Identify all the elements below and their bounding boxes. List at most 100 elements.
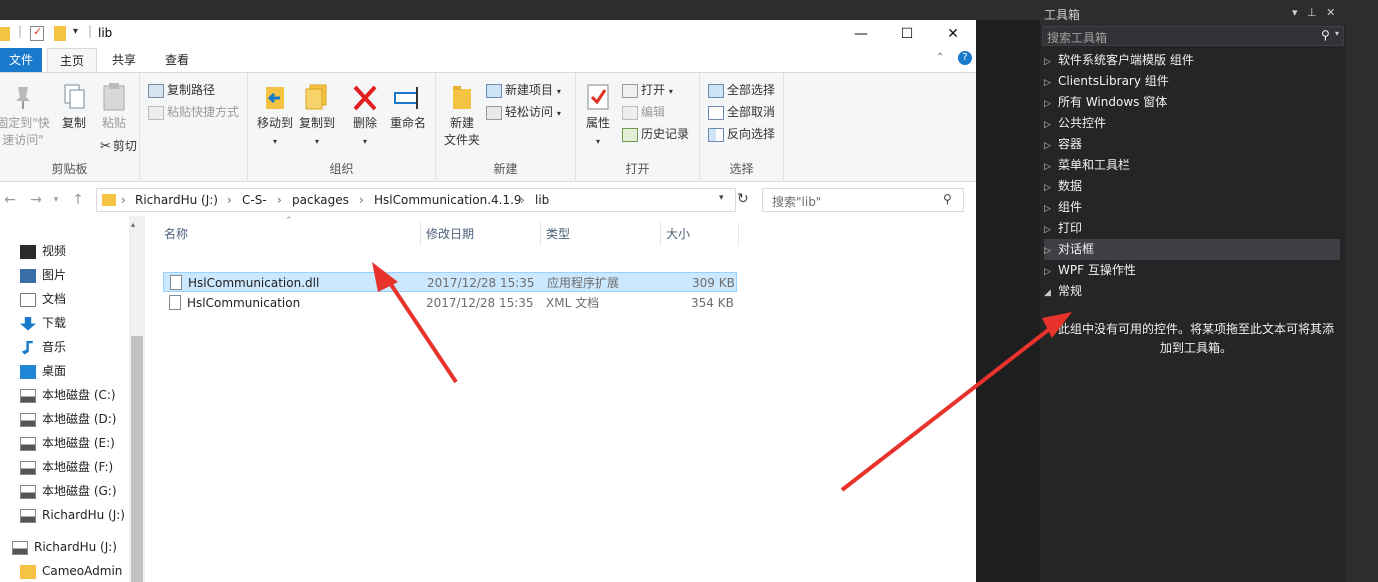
collapsed-triangle-icon[interactable]: ▷ bbox=[1044, 136, 1058, 157]
nav-item[interactable]: 文档 bbox=[20, 288, 66, 310]
nav-item-label: 文档 bbox=[42, 292, 67, 306]
column-name[interactable]: 名称 bbox=[159, 222, 421, 246]
tab-home[interactable]: 主页 bbox=[47, 48, 97, 72]
column-size[interactable]: 大小 bbox=[661, 222, 739, 246]
collapse-ribbon-icon[interactable]: ⌃ bbox=[936, 52, 944, 63]
nav-scrollbar-thumb[interactable] bbox=[131, 336, 143, 582]
collapsed-triangle-icon[interactable]: ▷ bbox=[1044, 178, 1058, 199]
back-arrow-icon[interactable]: ← bbox=[0, 190, 20, 210]
nav-item[interactable]: 图片 bbox=[20, 264, 66, 286]
cut-label: 剪切 bbox=[112, 139, 137, 153]
collapsed-triangle-icon[interactable]: ▷ bbox=[1044, 115, 1058, 136]
search-options-icon[interactable]: ▾ bbox=[1335, 29, 1339, 38]
file-name: HslCommunication.dll bbox=[188, 276, 320, 290]
nav-item[interactable]: RichardHu (J:) bbox=[12, 536, 117, 558]
select-all-button[interactable]: 全部选择 bbox=[708, 80, 775, 100]
nav-item[interactable]: RichardHu (J:) bbox=[20, 504, 125, 526]
collapsed-triangle-icon[interactable]: ▷ bbox=[1044, 52, 1058, 73]
toolbox-group[interactable]: ▷ 容器 bbox=[1044, 134, 1340, 155]
toolbox-group[interactable]: ▷ 组件 bbox=[1044, 197, 1340, 218]
nav-item[interactable]: 音乐 bbox=[20, 336, 66, 358]
delete-button[interactable]: 删除 ▾ bbox=[348, 81, 382, 150]
nav-item[interactable]: 本地磁盘 (C:) bbox=[20, 384, 116, 406]
maximize-button[interactable]: ☐ bbox=[884, 20, 930, 48]
search-icon[interactable]: ⚲ bbox=[943, 192, 952, 206]
collapsed-triangle-icon[interactable]: ▷ bbox=[1044, 241, 1058, 262]
nav-item[interactable]: 本地磁盘 (F:) bbox=[20, 456, 113, 478]
refresh-icon[interactable]: ↻ bbox=[737, 191, 749, 207]
nav-item[interactable]: 本地磁盘 (D:) bbox=[20, 408, 116, 430]
tab-file[interactable]: 文件 bbox=[0, 48, 42, 72]
collapsed-triangle-icon[interactable]: ▷ bbox=[1044, 199, 1058, 220]
toolbox-group[interactable]: ▷ 公共控件 bbox=[1044, 113, 1340, 134]
open-button[interactable]: 打开 ▾ bbox=[622, 80, 673, 100]
up-arrow-icon[interactable]: ↑ bbox=[68, 190, 88, 210]
file-row[interactable]: HslCommunication.dll 2017/12/28 15:35 应用程序… bbox=[163, 272, 737, 292]
toolbox-group[interactable]: ▷ 对话框 bbox=[1044, 239, 1340, 260]
invert-selection-icon bbox=[708, 127, 724, 142]
crumb-drive[interactable]: RichardHu (J:) bbox=[135, 193, 218, 207]
search-icon[interactable]: ⚲ bbox=[1321, 28, 1330, 42]
nav-item[interactable]: 本地磁盘 (E:) bbox=[20, 432, 115, 454]
collapsed-triangle-icon[interactable]: ▷ bbox=[1044, 220, 1058, 241]
collapsed-triangle-icon[interactable]: ▷ bbox=[1044, 157, 1058, 178]
new-folder-qat-icon[interactable] bbox=[54, 26, 66, 41]
nav-item[interactable]: 桌面 bbox=[20, 360, 66, 382]
help-icon[interactable]: ? bbox=[958, 51, 972, 65]
easy-access-button[interactable]: 轻松访问 ▾ bbox=[486, 102, 561, 122]
select-none-button[interactable]: 全部取消 bbox=[708, 102, 775, 122]
new-item-button[interactable]: 新建项目 ▾ bbox=[486, 80, 561, 100]
rename-button[interactable]: 重命名 bbox=[386, 81, 430, 132]
scroll-up-icon[interactable]: ▴ bbox=[131, 220, 135, 229]
invert-selection-button[interactable]: 反向选择 bbox=[708, 124, 775, 144]
toolbox-group[interactable]: ▷ 数据 bbox=[1044, 176, 1340, 197]
copy-button[interactable]: 复制 bbox=[56, 81, 92, 132]
nav-item[interactable]: 下载 bbox=[20, 312, 66, 334]
paste-button[interactable]: 粘贴 bbox=[96, 81, 132, 132]
nav-item[interactable]: CameoAdmin bbox=[20, 560, 122, 582]
toolbox-group[interactable]: ▷ 所有 Windows 窗体 bbox=[1044, 92, 1340, 113]
edit-button[interactable]: 编辑 bbox=[622, 102, 665, 122]
toolbox-group[interactable]: ▷ ClientsLibrary 组件 bbox=[1044, 71, 1340, 92]
toolbox-group[interactable]: ▷ WPF 互操作性 bbox=[1044, 260, 1340, 281]
crumb-cs[interactable]: C-S- bbox=[242, 193, 267, 207]
minimize-button[interactable]: — bbox=[838, 20, 884, 48]
nav-item[interactable]: 本地磁盘 (G:) bbox=[20, 480, 117, 502]
search-box[interactable]: 搜索"lib" ⚲ bbox=[762, 188, 964, 212]
tab-share[interactable]: 共享 bbox=[102, 48, 146, 72]
tab-view[interactable]: 查看 bbox=[154, 48, 200, 72]
address-dropdown-icon[interactable]: ▾ bbox=[719, 193, 724, 203]
toolbox-header-icons[interactable]: ▾ ⊥ ✕ bbox=[1292, 6, 1338, 19]
column-date[interactable]: 修改日期 bbox=[421, 222, 541, 246]
recent-dropdown-icon[interactable]: ▾ bbox=[46, 190, 66, 210]
collapsed-triangle-icon[interactable]: ▷ bbox=[1044, 262, 1058, 283]
address-box[interactable]: › RichardHu (J:) › C-S- › packages › Hsl… bbox=[96, 188, 736, 212]
close-button[interactable]: ✕ bbox=[930, 20, 976, 48]
toolbox-group[interactable]: ▷ 打印 bbox=[1044, 218, 1340, 239]
history-button[interactable]: 历史记录 bbox=[622, 124, 689, 144]
toolbox-panel: 工具箱 ▾ ⊥ ✕ 搜索工具箱 ⚲ ▾ ▷ 软件系统客户端模版 组件 ▷ Client… bbox=[1040, 0, 1346, 582]
crumb-hsl[interactable]: HslCommunication.4.1.9 bbox=[374, 193, 522, 207]
toolbox-group[interactable]: ▷ 软件系统客户端模版 组件 bbox=[1044, 50, 1340, 71]
copy-to-button[interactable]: 复制到 ▾ bbox=[296, 81, 338, 150]
file-row[interactable]: HslCommunication 2017/12/28 15:35 XML 文档 35… bbox=[163, 293, 737, 313]
collapsed-triangle-icon[interactable]: ▷ bbox=[1044, 73, 1058, 94]
new-folder-button[interactable]: 新建 文件夹 bbox=[440, 81, 484, 149]
crumb-packages[interactable]: packages bbox=[292, 193, 349, 207]
collapsed-triangle-icon[interactable]: ▷ bbox=[1044, 94, 1058, 115]
crumb-lib[interactable]: lib bbox=[535, 193, 549, 207]
folder-icon bbox=[102, 194, 116, 206]
column-type[interactable]: 类型 bbox=[541, 222, 661, 246]
properties-qat-icon[interactable]: ✓ bbox=[30, 25, 44, 41]
properties-button[interactable]: 属性 ▾ bbox=[580, 81, 616, 150]
pin-quick-access-button[interactable]: 固定到"快 速访问" bbox=[0, 81, 52, 149]
toolbox-group[interactable]: ▷ 菜单和工具栏 bbox=[1044, 155, 1340, 176]
cut-button[interactable]: ✂ 剪切 bbox=[100, 136, 137, 156]
qat-dropdown-icon[interactable]: ▾ bbox=[73, 26, 78, 37]
forward-arrow-icon[interactable]: → bbox=[26, 190, 46, 210]
expanded-triangle-icon[interactable]: ◢ bbox=[1044, 283, 1058, 304]
nav-item[interactable]: 视频 bbox=[20, 240, 66, 262]
move-to-button[interactable]: 移动到 ▾ bbox=[254, 81, 296, 150]
toolbox-search[interactable]: 搜索工具箱 ⚲ ▾ bbox=[1042, 26, 1344, 46]
toolbox-group[interactable]: ◢ 常规 bbox=[1044, 281, 1340, 302]
